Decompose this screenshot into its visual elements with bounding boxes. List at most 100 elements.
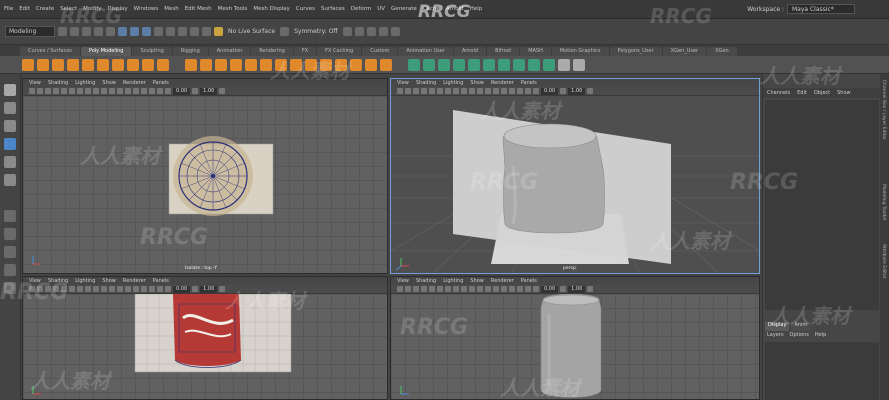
shelf-tab-polygons-user[interactable]: Polygons_User (609, 47, 662, 56)
snap-surface-icon[interactable] (202, 27, 211, 36)
viewport-bottom-right[interactable]: View Shading Lighting Show Renderer Pane… (390, 276, 760, 400)
vp-menu-lighting[interactable]: Lighting (75, 278, 95, 284)
undo-icon[interactable] (94, 27, 103, 36)
extract-icon[interactable] (215, 58, 227, 71)
shadows-icon[interactable] (93, 88, 99, 94)
soften-edge-icon[interactable] (558, 58, 570, 71)
vp-menu-panels[interactable]: Panels (153, 80, 169, 86)
exposure-field[interactable]: 0.00 (541, 285, 559, 293)
color-space-icon[interactable] (587, 88, 594, 94)
snap-view-icon[interactable] (190, 27, 199, 36)
menu-surfaces[interactable]: Surfaces (321, 6, 345, 12)
layer-menu-options[interactable]: Options (790, 332, 809, 341)
shelf-tab-rendering[interactable]: Rendering (251, 47, 293, 56)
vp-menu-shading[interactable]: Shading (416, 80, 436, 86)
menu-arnold[interactable]: Arnold (446, 6, 464, 12)
open-scene-icon[interactable] (70, 27, 79, 36)
bookmark-icon[interactable] (405, 88, 411, 94)
camera-icon[interactable] (397, 286, 403, 292)
gamma-field[interactable]: 1.00 (568, 87, 586, 95)
gamma-field[interactable]: 1.00 (200, 87, 218, 95)
render-view-icon[interactable] (342, 27, 352, 36)
menu-generate[interactable]: Generate (391, 6, 417, 12)
menu-mesh-tools[interactable]: Mesh Tools (218, 6, 248, 12)
vp-menu-lighting[interactable]: Lighting (443, 278, 463, 284)
mirror-icon[interactable] (275, 58, 287, 71)
xray-icon[interactable] (109, 88, 115, 94)
menu-help[interactable]: Help (470, 6, 483, 12)
ambient-occlusion-icon[interactable] (501, 88, 507, 94)
image-plane-icon[interactable] (45, 88, 51, 94)
append-icon[interactable] (350, 58, 362, 71)
grid-toggle-icon[interactable] (53, 286, 59, 292)
vp-menu-lighting[interactable]: Lighting (443, 80, 463, 86)
select-object-icon[interactable] (130, 27, 139, 36)
vp-menu-renderer[interactable]: Renderer (123, 278, 146, 284)
target-weld-icon[interactable] (380, 58, 392, 71)
new-scene-icon[interactable] (58, 27, 67, 36)
poly-sphere-icon[interactable] (22, 58, 34, 71)
smooth-shade-icon[interactable] (69, 88, 75, 94)
camera-icon[interactable] (29, 286, 35, 292)
textured-icon[interactable] (445, 286, 451, 292)
select-component-icon[interactable] (142, 27, 151, 36)
layout-single-icon[interactable] (4, 210, 16, 222)
shelf-tab-arnold[interactable]: Arnold (453, 47, 487, 56)
select-arrow-icon[interactable] (4, 84, 16, 96)
poly-plane-icon[interactable] (97, 58, 109, 71)
anti-alias-icon[interactable] (517, 88, 523, 94)
wireframe-icon[interactable] (61, 286, 67, 292)
vp-menu-shading[interactable]: Shading (48, 80, 68, 86)
textured-icon[interactable] (445, 88, 451, 94)
reduce-icon[interactable] (260, 58, 272, 71)
layer-menu-help[interactable]: Help (815, 332, 826, 341)
separate-icon[interactable] (200, 58, 212, 71)
snap-grid-icon[interactable] (154, 27, 163, 36)
harden-edge-icon[interactable] (573, 58, 585, 71)
paint-select-icon[interactable] (4, 120, 16, 132)
menu-set-dropdown[interactable]: Modeling (5, 26, 55, 37)
render-frame-icon[interactable] (354, 27, 364, 36)
menu-edit[interactable]: Edit (19, 6, 30, 12)
isolate-icon[interactable] (101, 88, 107, 94)
viewport-top-left[interactable]: View Shading Lighting Show Renderer Pane… (22, 78, 388, 274)
vp-menu-view[interactable]: View (29, 278, 41, 284)
side-tab-modeling-toolkit[interactable]: Modeling Toolkit (881, 184, 886, 220)
menu-select[interactable]: Select (60, 6, 77, 12)
render-settings-icon[interactable] (378, 27, 388, 36)
anti-alias-icon[interactable] (517, 286, 523, 292)
wireframe-icon[interactable] (429, 286, 435, 292)
exposure-field[interactable]: 0.00 (173, 285, 191, 293)
backface-icon[interactable] (493, 286, 499, 292)
cb-menu-show[interactable]: Show (837, 90, 851, 96)
gamma-icon[interactable] (560, 286, 567, 292)
layout-four-icon[interactable] (4, 228, 16, 240)
shelf-tab-mash[interactable]: MASH (520, 47, 551, 56)
menu-uv[interactable]: UV (377, 6, 385, 12)
gamma-icon[interactable] (192, 88, 199, 94)
textured-icon[interactable] (77, 88, 83, 94)
exposure-field[interactable]: 0.00 (541, 87, 559, 95)
platonic-solid-icon[interactable] (127, 58, 139, 71)
spherical-uv-icon[interactable] (438, 58, 450, 71)
shelf-tab-fx-caching[interactable]: FX Caching (317, 47, 362, 56)
live-surface-icon[interactable] (214, 27, 223, 36)
vp-menu-view[interactable]: View (29, 80, 41, 86)
shelf-tab-rigging[interactable]: Rigging (172, 47, 208, 56)
planar-uv-icon[interactable] (408, 58, 420, 71)
xray-joints-icon[interactable] (117, 88, 123, 94)
shelf-tab-animation-user[interactable]: Animation User (398, 47, 453, 56)
color-space-icon[interactable] (587, 286, 594, 292)
motion-blur-icon[interactable] (509, 286, 515, 292)
poly-cube-icon[interactable] (37, 58, 49, 71)
ambient-occlusion-icon[interactable] (133, 88, 139, 94)
symmetry-icon[interactable] (280, 27, 290, 36)
image-plane-icon[interactable] (413, 88, 419, 94)
dof-icon[interactable] (525, 286, 531, 292)
layout-uv-icon[interactable] (498, 58, 510, 71)
smooth-shade-icon[interactable] (437, 88, 443, 94)
shelf-tab-curves-surfaces[interactable]: Curves / Surfaces (20, 47, 80, 56)
vp-menu-view[interactable]: View (397, 278, 409, 284)
exposure-icon[interactable] (533, 286, 539, 292)
menu-file[interactable]: File (4, 6, 13, 12)
